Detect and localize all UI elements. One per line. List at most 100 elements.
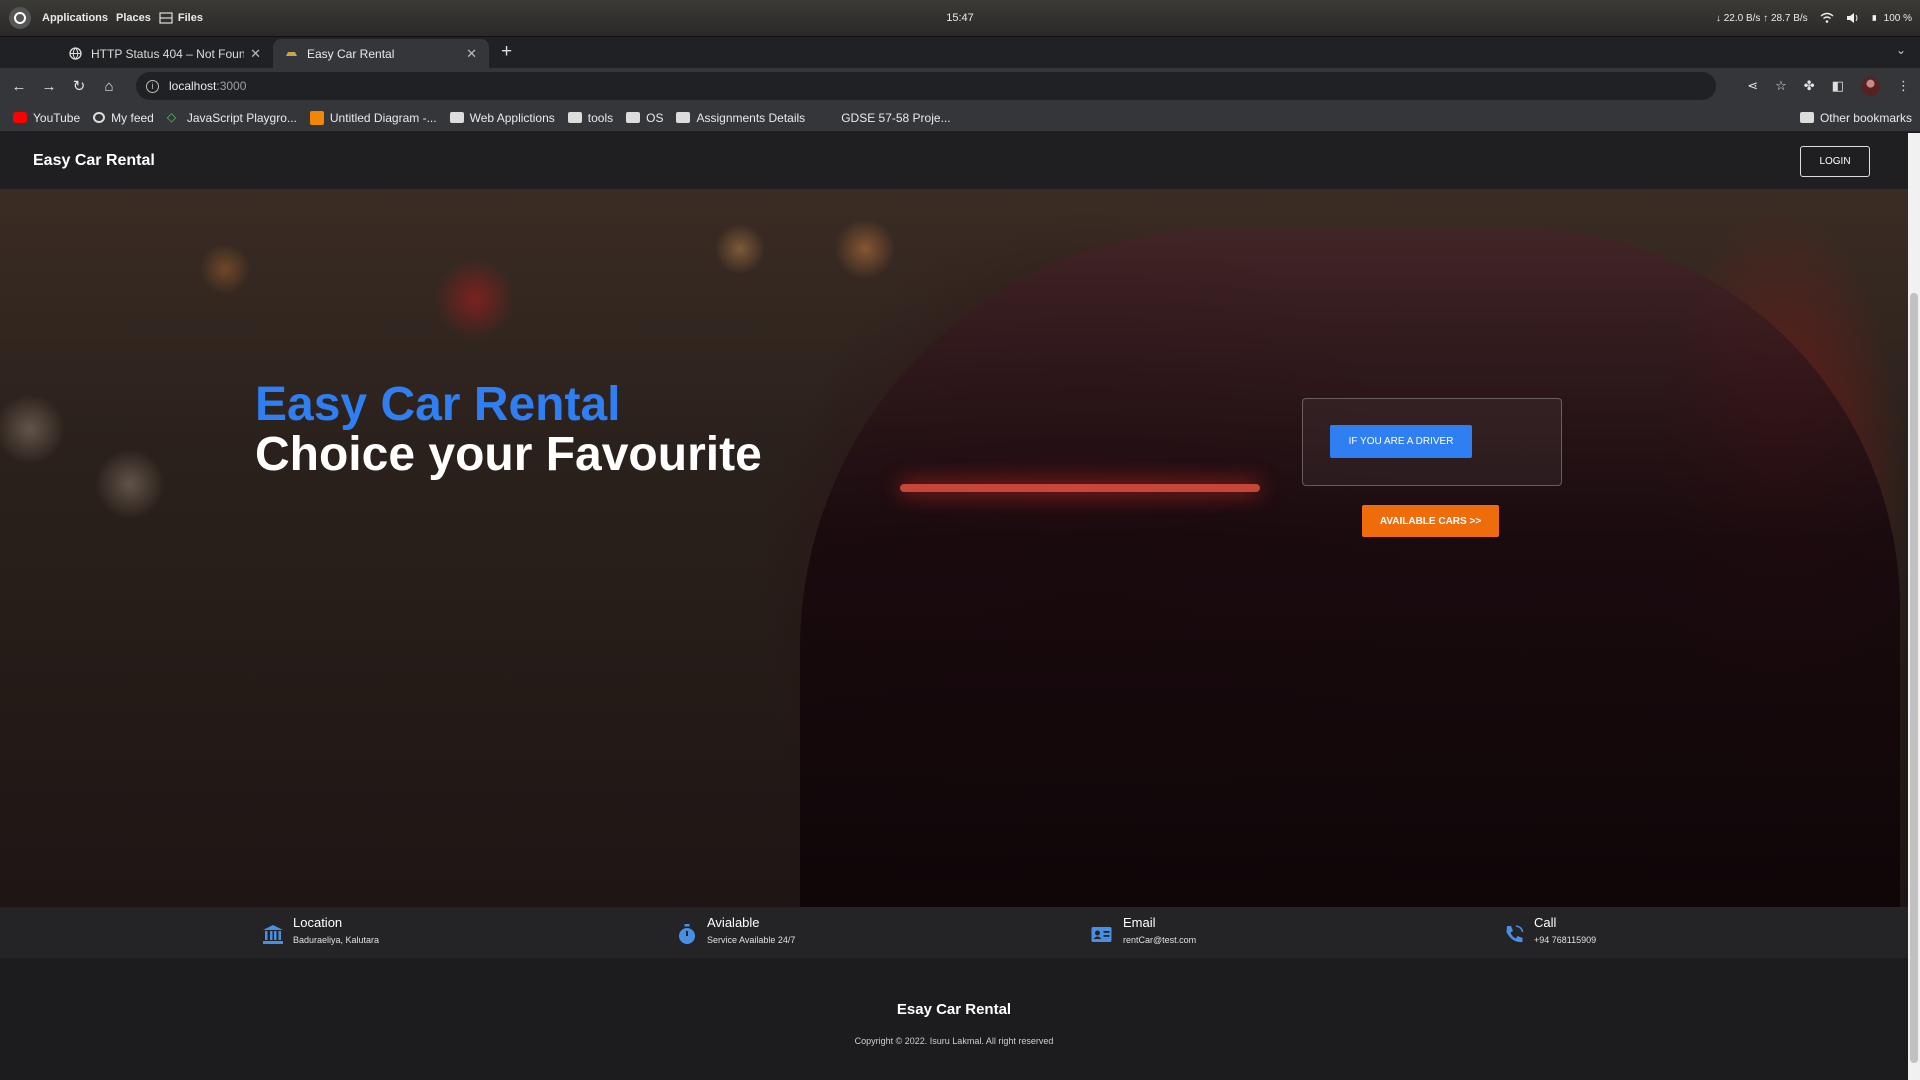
close-tab-icon[interactable]: ✕ [466,46,477,62]
bookmark-label: YouTube [33,110,81,125]
bookmark-label: My feed [111,110,154,125]
site-navbar: Easy Car Rental LOGIN [0,133,1908,189]
youtube-icon [13,112,27,123]
site-info-icon[interactable]: i [146,79,159,93]
bookmark-label: GDSE 57-58 Proje... [841,110,951,125]
file-cabinet-icon [159,12,173,24]
network-speed: ↓ 22.0 B/s ↑ 28.7 B/s [1715,12,1808,24]
other-bookmarks[interactable]: Other bookmarks [1799,110,1912,125]
tab-search-chevron-icon[interactable]: ⌄ [1896,43,1906,57]
url-port: :3000 [216,79,247,93]
os-menu-files[interactable]: Files [159,12,203,24]
contact-card-icon [1091,927,1112,942]
folder-icon [567,112,582,123]
bookmark-gdse-project[interactable]: GDSE 57-58 Proje... [841,111,950,125]
back-arrow-icon[interactable]: ← [4,78,34,95]
folder-icon [449,112,464,123]
code-icon: ◇ [166,110,177,124]
tab-http-404[interactable]: HTTP Status 404 – Not Found ✕ [57,39,273,68]
folder-icon [1799,112,1814,123]
info-availability: Avialable Service Available 24/7 [676,915,795,945]
os-menu-applications[interactable]: Applications [42,12,108,24]
contact-info-strip: Location Baduraeliya, Kalutara Avialable S… [0,907,1908,958]
bookmark-youtube[interactable]: YouTube [13,111,80,125]
bookmark-label: OS [646,110,664,125]
reload-icon[interactable]: ↻ [64,77,94,95]
tab-title: HTTP Status 404 – Not Found [91,46,245,61]
tab-title: Easy Car Rental [307,46,395,61]
login-button[interactable]: LOGIN [1800,146,1870,177]
browser-toolbar: ← → ↻ ⌂ i localhost:3000 ⋖ ☆ ✤ ◧ ⋮ [0,68,1920,104]
volume-icon[interactable] [1846,12,1860,24]
wifi-icon[interactable] [1820,12,1834,24]
new-tab-plus-icon[interactable]: + [501,41,512,63]
bookmark-label: JavaScript Playgro... [186,110,297,125]
info-title: Location [293,915,343,930]
bookmark-folder-web-applictions[interactable]: Web Applictions [449,110,555,125]
bookmark-folder-assignments-details[interactable]: Assignments Details [676,111,805,125]
stopwatch-icon [679,924,695,944]
bookmark-javascript-playground[interactable]: ◇ JavaScript Playgro... [167,111,297,125]
footer-brand: Esay Car Rental [896,1001,1012,1018]
bookmark-untitled-diagram[interactable]: Untitled Diagram -... [309,110,437,125]
bookmarks-bar: YouTube My feed ◇ JavaScript Playgro... U… [0,104,1920,132]
os-top-panel: Applications Places Files 15:47 ↓ 22.0 B… [0,0,1920,37]
drawio-icon [309,110,324,125]
daily-dev-icon [93,112,106,123]
info-title: Call [1534,915,1557,930]
extensions-puzzle-icon[interactable]: ✤ [1804,78,1815,94]
globe-icon [69,47,82,60]
profile-avatar[interactable] [1861,76,1880,96]
os-menu-logo-icon[interactable] [9,7,31,29]
hero-subtitle: Choice your Favourite [255,428,762,481]
tab-easy-car-rental[interactable]: Easy Car Rental ✕ [273,39,489,68]
hero-section: Easy Car Rental Choice your Favourite IF… [0,189,1908,907]
battery-percent: 100 % [1883,12,1912,24]
bookmark-label: tools [587,110,614,125]
home-icon[interactable]: ⌂ [94,78,124,95]
available-cars-button[interactable]: AVAILABLE CARS >> [1362,505,1499,537]
folder-icon [676,112,691,123]
close-tab-icon[interactable]: ✕ [250,46,261,62]
footer-copyright: Copyright © 2022. Isuru Lakmal. All righ… [854,1036,1054,1046]
site-footer: Esay Car Rental Copyright © 2022. Isuru … [0,958,1908,1080]
bookmark-folder-os[interactable]: OS [626,111,663,125]
folder-icon [626,112,641,123]
os-clock[interactable]: 15:47 [946,12,974,24]
bookmark-star-icon[interactable]: ☆ [1775,78,1787,94]
bookmark-label: Assignments Details [696,110,806,125]
share-icon[interactable]: ⋖ [1747,78,1758,94]
url-host: localhost [169,79,217,93]
info-title: Avialable [707,915,760,930]
browser-tab-strip: HTTP Status 404 – Not Found ✕ Easy Car R… [0,37,1920,68]
browser-menu-kebab-icon[interactable]: ⋮ [1897,78,1910,94]
phone-icon [1506,925,1524,943]
page-scrollbar[interactable] [1908,133,1920,1080]
site-brand[interactable]: Easy Car Rental [33,152,155,170]
bookmark-my-feed[interactable]: My feed [93,111,154,125]
driver-button[interactable]: IF YOU ARE A DRIVER [1330,425,1472,458]
info-call: Call +94 768115909 [1503,915,1596,945]
page-viewport: Easy Car Rental LOGIN Easy Car Rental Ch… [0,133,1908,1080]
info-title: Email [1123,915,1156,930]
info-email: Email rentCar@test.com [1089,915,1196,945]
side-panel-icon[interactable]: ◧ [1832,78,1844,94]
address-bar[interactable]: i localhost:3000 [136,72,1716,100]
driver-login-panel: IF YOU ARE A DRIVER [1302,398,1562,486]
other-bookmarks-label: Other bookmarks [1819,110,1912,125]
bank-icon [263,925,283,944]
bookmark-label: Untitled Diagram -... [329,110,437,125]
info-location: Location Baduraeliya, Kalutara [262,915,379,945]
bookmark-label: Web Applictions [469,110,555,125]
forward-arrow-icon[interactable]: → [34,78,64,95]
info-subtitle: Baduraeliya, Kalutara [293,935,380,945]
info-subtitle: Service Available 24/7 [707,935,796,945]
bookmark-folder-tools[interactable]: tools [567,110,614,125]
os-menu-places[interactable]: Places [116,12,151,24]
info-subtitle: +94 768115909 [1534,935,1597,945]
car-favicon-icon [286,52,297,56]
battery-status[interactable]: 100 % [1872,12,1912,24]
scrollbar-thumb[interactable] [1910,293,1918,1063]
hero-car-taillight [900,484,1260,492]
hero-car-image [800,229,1900,907]
